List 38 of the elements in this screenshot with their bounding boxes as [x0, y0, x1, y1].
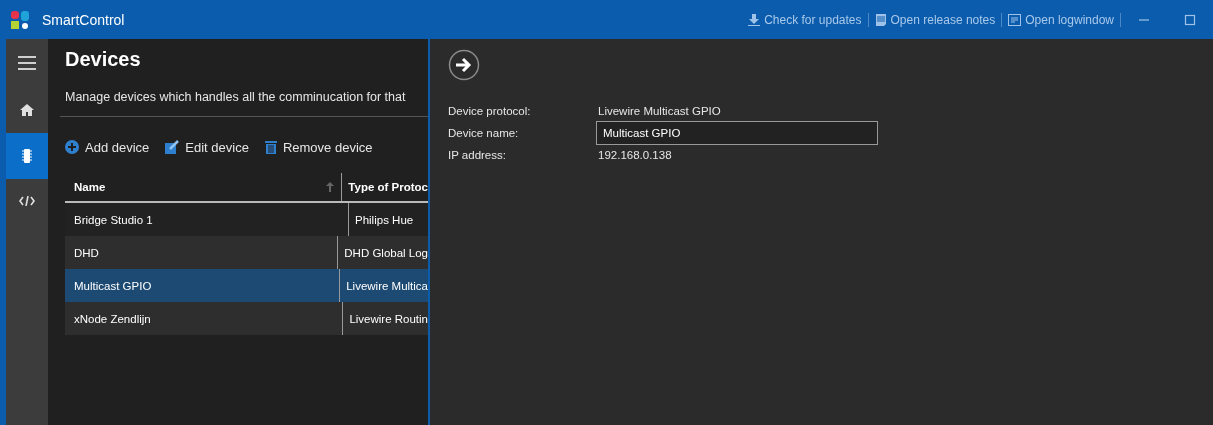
notes-icon — [874, 13, 887, 26]
maximize-icon[interactable] — [1184, 13, 1196, 26]
window-title: SmartControl — [42, 11, 125, 28]
log-icon — [1008, 13, 1022, 26]
toolbar-button[interactable]: Edit device — [165, 139, 249, 155]
chip-icon — [22, 149, 32, 163]
table-row[interactable]: xNode Zendlijn Livewire Routin — [65, 302, 428, 335]
field-label: Device name: — [448, 127, 520, 139]
titlebar-action[interactable]: Open release notes — [868, 12, 1002, 27]
nav-item[interactable] — [6, 133, 48, 179]
table-cell-text: xNode Zendlijn — [73, 311, 152, 327]
table-row[interactable]: DHD DHD Global Log — [65, 236, 428, 269]
add-icon — [65, 140, 79, 154]
field-value: 192.168.0.138 — [597, 149, 673, 161]
column-header[interactable]: Name — [65, 173, 342, 201]
input-field[interactable]: Multicast GPIO — [596, 121, 878, 145]
arrow-right-icon[interactable] — [448, 49, 480, 81]
download-icon — [748, 13, 761, 26]
edit-icon — [165, 140, 180, 154]
menu-icon — [18, 56, 36, 70]
field-label: IP address: — [448, 149, 507, 161]
page-title: Devices — [65, 48, 142, 71]
titlebar-action[interactable]: Open logwindow — [1002, 12, 1120, 27]
app-logo-icon — [10, 9, 30, 30]
table-cell-text: DHD — [73, 245, 100, 261]
toolbar-button[interactable]: Add device — [65, 139, 150, 155]
page-description: Manage devices which handles all the comminucation for that — [65, 90, 407, 104]
field-label: Device protocol: — [448, 105, 532, 117]
code-icon — [19, 196, 35, 206]
sort-ascending-icon — [326, 182, 335, 192]
field-value: Livewire Multicast GPIO — [597, 105, 722, 117]
table-cell-text: Bridge Studio 1 — [73, 212, 154, 228]
home-icon — [20, 104, 34, 116]
titlebar-action[interactable]: Check for updates — [742, 12, 868, 27]
table-row[interactable]: Multicast GPIO Livewire Multica — [65, 269, 428, 302]
toolbar-button[interactable]: Remove device — [264, 139, 373, 155]
trash-icon — [264, 140, 277, 154]
table-cell-text: Multicast GPIO — [73, 278, 153, 294]
